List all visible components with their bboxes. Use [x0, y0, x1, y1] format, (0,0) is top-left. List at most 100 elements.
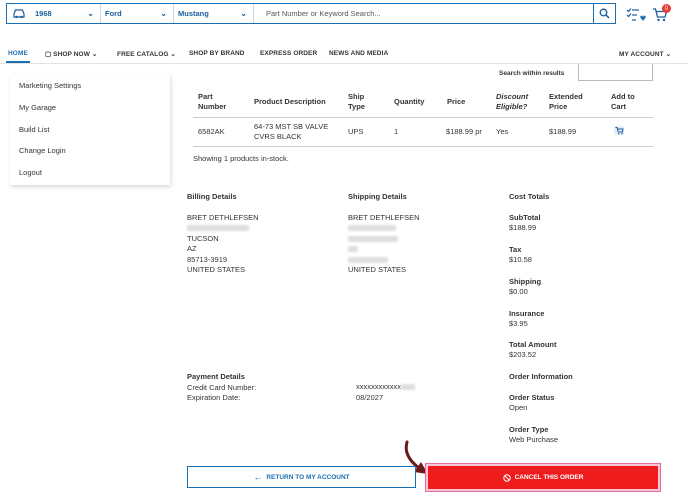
- col-ship-type: Ship Type: [348, 92, 365, 111]
- model-value: Mustang: [178, 9, 209, 18]
- payment-title: Payment Details: [187, 372, 245, 381]
- return-to-account-label: RETURN TO MY ACCOUNT: [266, 473, 350, 481]
- expiration-label: Expiration Date:: [187, 393, 241, 402]
- year-select[interactable]: 1968 ⌄: [31, 4, 101, 23]
- add-to-cart-icon[interactable]: [614, 126, 624, 135]
- tax: Tax $10.58: [509, 245, 532, 265]
- return-to-account-button[interactable]: ← RETURN TO MY ACCOUNT: [187, 466, 416, 488]
- billing-title: Billing Details: [187, 192, 237, 201]
- search-icon: [599, 8, 610, 19]
- nav-free-catalog-label: FREE CATALOG: [117, 51, 169, 58]
- vehicle-search-bar: 1968 ⌄ Ford ⌄ Mustang ⌄ Part Number or K…: [6, 3, 616, 24]
- quick-order-icon[interactable]: [626, 7, 646, 23]
- order-type-value: Web Purchase: [509, 435, 559, 444]
- search-within-label: Search within results: [499, 70, 565, 77]
- main-nav: HOME ▢ SHOP NOW ⌄ FREE CATALOG ⌄ SHOP BY…: [0, 44, 688, 64]
- tax-label: Tax: [509, 245, 522, 254]
- nav-active-indicator: [6, 61, 30, 63]
- header-icons: 0: [624, 4, 684, 26]
- row-divider: [193, 146, 653, 147]
- nav-shop-by-brand[interactable]: SHOP BY BRAND: [189, 50, 245, 57]
- shipping-cost-value: $0.00: [509, 287, 528, 296]
- subtotal-value: $188.99: [509, 223, 537, 232]
- insurance-label: Insurance: [509, 309, 545, 318]
- nav-shop-now[interactable]: ▢ SHOP NOW ⌄: [45, 50, 97, 58]
- card-number-value: xxxxxxxxxxxx: [356, 382, 476, 393]
- shipping-title: Shipping Details: [348, 192, 407, 201]
- col-price: Price: [447, 97, 466, 106]
- header-divider: [193, 117, 653, 118]
- shipping-name: BRET DETHLEFSEN: [348, 212, 420, 222]
- sidebar-item-build-list[interactable]: Build List: [19, 125, 49, 134]
- nav-express-order[interactable]: EXPRESS ORDER: [260, 50, 317, 57]
- billing-details: Billing Details BRET DETHLEFSEN TUCSON A…: [187, 192, 327, 276]
- arrow-left-icon: ←: [253, 472, 263, 482]
- nav-free-catalog[interactable]: FREE CATALOG ⌄: [117, 50, 176, 58]
- sidebar-item-marketing-settings[interactable]: Marketing Settings: [19, 81, 81, 90]
- shipping-details: Shipping Details BRET DETHLEFSEN UNITED …: [348, 192, 488, 276]
- row-part-number: 6582AK: [198, 127, 225, 136]
- store-icon: ▢: [45, 51, 52, 58]
- order-status-value: Open: [509, 403, 528, 412]
- total-amount: Total Amount $203.52: [509, 340, 557, 360]
- model-select[interactable]: Mustang ⌄: [174, 4, 254, 23]
- order-type-label: Order Type: [509, 425, 549, 434]
- row-ship-type: UPS: [348, 127, 364, 136]
- cart-count-badge: 0: [662, 4, 671, 13]
- car-icon: [7, 4, 31, 23]
- chevron-down-icon: ⌄: [240, 9, 247, 18]
- nav-my-account-label: MY ACCOUNT: [619, 51, 664, 58]
- shipping-zip-redacted: [348, 255, 488, 266]
- top-bar: 1968 ⌄ Ford ⌄ Mustang ⌄ Part Number or K…: [0, 0, 688, 28]
- subtotal-label: SubTotal: [509, 213, 541, 222]
- col-part-number: Part Number: [198, 92, 227, 111]
- shipping-state-redacted: [348, 244, 488, 255]
- order-status: Order Status Open: [509, 393, 554, 413]
- results-count: Showing 1 products in-stock.: [193, 154, 289, 163]
- col-product-description: Product Description: [254, 97, 326, 106]
- chevron-down-icon: ⌄: [170, 51, 176, 58]
- row-quantity: 1: [394, 127, 399, 136]
- chevron-down-icon: ⌄: [91, 51, 98, 58]
- sidebar-item-change-login[interactable]: Change Login: [19, 146, 66, 155]
- total-amount-value: $203.52: [509, 350, 537, 359]
- search-within-input[interactable]: [578, 64, 653, 81]
- search-input[interactable]: Part Number or Keyword Search...: [254, 4, 593, 23]
- col-quantity: Quantity: [394, 97, 425, 106]
- order-information-title: Order Information: [509, 372, 573, 382]
- col-extended-price: Extended Price: [549, 92, 583, 111]
- account-sidebar: Marketing Settings My Garage Build List …: [10, 75, 170, 185]
- billing-street-redacted: [187, 223, 327, 234]
- order-information-label: Order Information: [509, 372, 573, 381]
- chevron-down-icon: ⌄: [665, 51, 672, 58]
- expiration-value: 08/2027: [356, 392, 384, 402]
- shipping-cost: Shipping $0.00: [509, 277, 541, 297]
- insurance-value: $3.95: [509, 319, 528, 328]
- shipping-country: UNITED STATES: [348, 265, 407, 274]
- row-discount-eligible: Yes: [496, 127, 509, 136]
- row-extended-price: $188.99: [549, 127, 577, 136]
- nav-home[interactable]: HOME: [8, 50, 28, 57]
- col-add-to-cart: Add to Cart: [611, 92, 635, 111]
- sidebar-item-my-garage[interactable]: My Garage: [19, 103, 56, 112]
- billing-city: TUCSON: [187, 233, 219, 243]
- subtotal: SubTotal $188.99: [509, 213, 541, 233]
- chevron-down-icon: ⌄: [87, 9, 94, 18]
- payment-details: Payment Details Credit Card Number: Expi…: [187, 372, 307, 404]
- total-amount-label: Total Amount: [509, 340, 557, 349]
- shipping-city-redacted: [348, 234, 488, 245]
- search-button[interactable]: [593, 4, 615, 23]
- year-value: 1968: [35, 9, 52, 18]
- cancel-order-button[interactable]: CANCEL THIS ORDER: [428, 466, 658, 489]
- billing-country: UNITED STATES: [187, 265, 246, 274]
- insurance: Insurance $3.95: [509, 309, 544, 329]
- make-value: Ford: [105, 9, 122, 18]
- row-product-description[interactable]: 64-73 MST SB VALVE CVRS BLACK: [254, 122, 339, 142]
- shipping-cost-label: Shipping: [509, 277, 542, 286]
- nav-my-account[interactable]: MY ACCOUNT ⌄: [619, 50, 671, 58]
- sidebar-item-logout[interactable]: Logout: [19, 168, 42, 177]
- make-select[interactable]: Ford ⌄: [101, 4, 174, 23]
- ban-icon: [502, 473, 511, 482]
- nav-news-media[interactable]: NEWS AND MEDIA: [329, 50, 388, 57]
- nav-shop-now-label: SHOP NOW: [53, 51, 90, 58]
